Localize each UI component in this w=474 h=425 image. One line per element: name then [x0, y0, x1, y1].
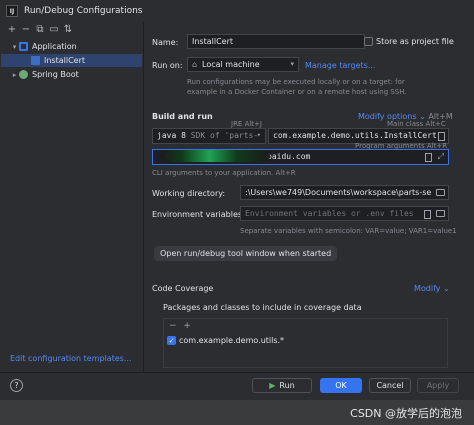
jdk-detail: SDK of 'parts- [190, 131, 259, 140]
run-on-combo[interactable]: ⌂ Local machine ▾ [187, 57, 299, 72]
tree-item-application[interactable]: ▾ Application [10, 40, 77, 53]
insert-macro-icon[interactable] [425, 153, 432, 162]
browse-class-icon[interactable] [438, 132, 445, 141]
working-directory-label: Working directory: [152, 189, 226, 198]
folder-icon[interactable]: ▭ [48, 24, 60, 36]
apply-button[interactable]: Apply [417, 378, 459, 393]
jre-hint: JRE Alt+J [231, 120, 262, 128]
run-icon: ▶ [269, 381, 276, 390]
ok-button[interactable]: OK [320, 378, 362, 393]
spring-boot-icon [19, 70, 28, 79]
jdk-value: java 8 [157, 131, 186, 140]
env-vars-label: Environment variables: [152, 210, 245, 219]
name-label: Name: [152, 38, 179, 47]
run-on-label: Run on: [152, 61, 183, 70]
tree-item-label: Spring Boot [32, 70, 79, 79]
build-and-run-heading: Build and run [152, 112, 213, 121]
env-vars-placeholder: Environment variables or .env files [245, 209, 414, 218]
folder-browse-icon[interactable] [436, 189, 445, 196]
home-icon: ⌂ [192, 60, 198, 69]
sort-icon[interactable]: ⇅ [62, 24, 74, 36]
redaction-scribble [160, 150, 270, 162]
run-on-value: Local machine [202, 60, 260, 69]
chevron-right-icon[interactable]: ▸ [10, 71, 19, 79]
run-on-hint-line-1: Run configurations may be executed local… [187, 78, 405, 86]
env-vars-field[interactable]: Environment variables or .env files [240, 206, 449, 221]
add-icon[interactable]: + [6, 24, 18, 36]
coverage-item-label: com.example.demo.utils.* [179, 336, 285, 345]
cli-hint: CLI arguments to your application. Alt+R [152, 169, 296, 177]
copy-icon[interactable]: ⧉ [34, 24, 46, 36]
main-class-hint: Main class Alt+C [387, 120, 446, 128]
run-button-label: Run [279, 381, 295, 390]
configurations-tree-pane: + − ⧉ ▭ ⇅ ▾ Application InstallCert ▸ Sp… [0, 22, 144, 372]
edit-templates-link[interactable]: Edit configuration templates... [10, 354, 132, 363]
working-directory-value: :\Users\we749\Documents\workspace\parts-… [245, 188, 432, 197]
chevron-down-icon: ⌄ [443, 284, 450, 293]
remove-icon[interactable]: − [20, 24, 32, 36]
coverage-packages-label: Packages and classes to include in cover… [163, 303, 362, 312]
dialog-footer: ? ▶ Run OK Cancel Apply [0, 372, 474, 401]
code-coverage-heading: Code Coverage [152, 284, 214, 293]
tree-item-label: InstallCert [44, 56, 86, 65]
coverage-modify-link[interactable]: Modify ⌄ [414, 284, 450, 293]
chevron-down-icon[interactable]: ▾ [10, 43, 19, 51]
csdn-watermark: CSDN @放学后的泡泡 [350, 407, 462, 420]
tree-item-spring-boot[interactable]: ▸ Spring Boot [10, 68, 79, 81]
working-directory-field[interactable]: :\Users\we749\Documents\workspace\parts-… [240, 185, 449, 200]
application-icon [19, 42, 28, 51]
main-class-value: com.example.demo.utils.InstallCert [273, 131, 437, 140]
title-bar: IJ Run/Debug Configurations [0, 0, 474, 22]
minus-icon[interactable]: − [169, 321, 177, 331]
tree-item-label: Application [32, 42, 77, 51]
env-edit-icon[interactable] [424, 210, 431, 219]
tree-item-installcert[interactable]: InstallCert [1, 54, 142, 67]
coverage-packages-list: − + ✓ com.example.demo.utils.* [163, 318, 448, 368]
chevron-down-icon: ▾ [256, 131, 261, 139]
window-title: Run/Debug Configurations [24, 6, 143, 16]
add-icon[interactable]: + [183, 321, 191, 331]
jdk-combo[interactable]: java 8 SDK of 'parts- ▾ [152, 128, 266, 144]
store-as-project-file-label: Store as project file [376, 37, 454, 46]
open-tool-window-option[interactable]: Open run/debug tool window when started [154, 246, 338, 261]
run-on-hint-line-2: example in a Docker Container or on a re… [187, 88, 407, 96]
env-file-browse-icon[interactable] [436, 210, 445, 217]
env-vars-hint: Separate variables with semicolon: VAR=v… [240, 227, 457, 235]
chevron-down-icon: ▾ [290, 60, 294, 68]
cancel-button[interactable]: Cancel [369, 378, 411, 393]
coverage-item-checkbox[interactable]: ✓ [167, 336, 176, 345]
name-field[interactable]: InstallCert [187, 34, 365, 49]
intellij-app-icon: IJ [6, 5, 18, 17]
manage-targets-link[interactable]: Manage targets... [305, 61, 375, 70]
help-button[interactable]: ? [10, 379, 23, 392]
run-config-icon [31, 56, 40, 65]
expand-icon[interactable]: ⤢ [438, 150, 444, 163]
run-button[interactable]: ▶ Run [252, 378, 312, 393]
tree-toolbar: + − ⧉ ▭ ⇅ [6, 24, 74, 36]
coverage-toolbar: − + [169, 321, 191, 331]
run-debug-dialog: IJ Run/Debug Configurations + − ⧉ ▭ ⇅ ▾ … [0, 0, 474, 400]
store-as-project-file-checkbox[interactable] [364, 37, 373, 46]
coverage-modify-label: Modify [414, 284, 441, 293]
